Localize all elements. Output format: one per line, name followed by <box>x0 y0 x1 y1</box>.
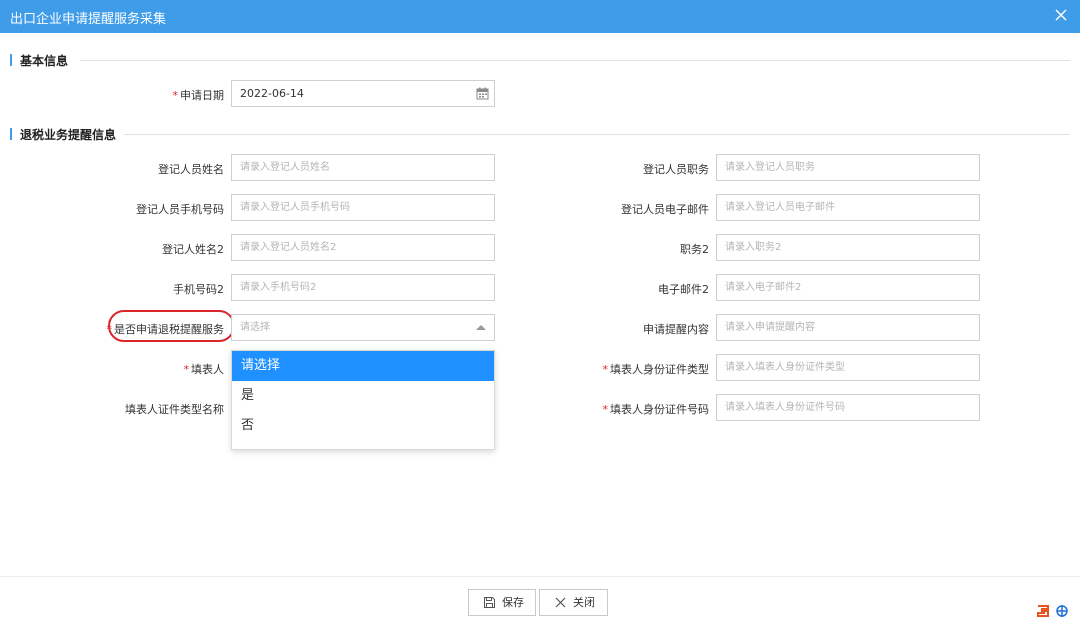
section-basic-info: 基本信息 <box>10 52 1070 68</box>
apply-date-label: * 申请日期 <box>172 89 225 102</box>
section-accent-bar <box>10 128 12 140</box>
section-title-basic: 基本信息 <box>20 54 69 68</box>
job2-input[interactable]: 请录入职务2 <box>716 234 980 261</box>
dialog-footer: 保存 关闭 <box>0 576 1080 620</box>
apply-service-label: * 是否申请退税提醒服务 <box>106 323 225 336</box>
dialog-titlebar: 出口企业申请提醒服务采集 <box>0 0 1080 33</box>
save-button[interactable]: 保存 <box>468 589 536 616</box>
save-icon <box>484 597 495 608</box>
filler-id-no-label: * 填表人身份证件号码 <box>602 403 710 416</box>
reg-job-label: 登记人员职务 <box>643 163 709 176</box>
email2-label: 电子邮件2 <box>658 283 709 296</box>
reg-name-input[interactable]: 请录入登记人员姓名 <box>231 154 495 181</box>
phone2-label: 手机号码2 <box>173 283 224 296</box>
section-divider <box>124 134 1070 135</box>
close-label: 关闭 <box>573 596 595 609</box>
reg-email-input[interactable]: 请录入登记人员电子邮件 <box>716 194 980 221</box>
section-divider <box>80 60 1070 61</box>
job2-label: 职务2 <box>680 243 709 256</box>
brand-logo-icon <box>1037 605 1068 617</box>
reg-email-label: 登记人员电子邮件 <box>621 203 709 216</box>
section-title-refund: 退税业务提醒信息 <box>20 128 117 142</box>
filler-cert-name-label: 填表人证件类型名称 <box>125 403 224 416</box>
apply-service-select[interactable]: 请选择 <box>231 314 495 341</box>
dialog-title: 出口企业申请提醒服务采集 <box>10 12 167 27</box>
close-icon[interactable] <box>1052 6 1070 24</box>
close-button[interactable]: 关闭 <box>539 589 608 616</box>
email2-input[interactable]: 请录入电子邮件2 <box>716 274 980 301</box>
close-icon <box>555 597 566 608</box>
apply-service-placeholder: 请选择 <box>240 322 270 333</box>
reg-name2-label: 登记人姓名2 <box>162 243 224 256</box>
reg-name2-input[interactable]: 请录入登记人员姓名2 <box>231 234 495 261</box>
reg-phone-input[interactable]: 请录入登记人员手机号码 <box>231 194 495 221</box>
dropdown-option-no[interactable]: 否 <box>232 411 494 441</box>
calendar-icon[interactable] <box>476 87 489 100</box>
remind-content-label: 申请提醒内容 <box>643 323 709 336</box>
apply-date-value: 2022-06-14 <box>240 87 304 100</box>
save-label: 保存 <box>502 596 524 609</box>
filler-label: * 填表人 <box>183 363 225 376</box>
select-dropdown-menu: 请选择 是 否 <box>231 350 495 450</box>
dropdown-option-yes[interactable]: 是 <box>232 381 494 411</box>
phone2-input[interactable]: 请录入手机号码2 <box>231 274 495 301</box>
remind-content-input[interactable]: 请录入申请提醒内容 <box>716 314 980 341</box>
section-refund-reminder: 退税业务提醒信息 <box>10 126 1070 142</box>
dropdown-option-please-select[interactable]: 请选择 <box>232 351 494 381</box>
apply-date-field[interactable]: 2022-06-14 <box>231 80 495 107</box>
reg-phone-label: 登记人员手机号码 <box>136 203 224 216</box>
reg-name-label: 登记人员姓名 <box>158 163 224 176</box>
caret-up-icon <box>476 325 486 330</box>
filler-id-type-input[interactable]: 请录入填表人身份证件类型 <box>716 354 980 381</box>
section-accent-bar <box>10 54 12 66</box>
filler-id-type-label: * 填表人身份证件类型 <box>602 363 710 376</box>
reg-job-input[interactable]: 请录入登记人员职务 <box>716 154 980 181</box>
filler-id-no-input[interactable]: 请录入填表人身份证件号码 <box>716 394 980 421</box>
